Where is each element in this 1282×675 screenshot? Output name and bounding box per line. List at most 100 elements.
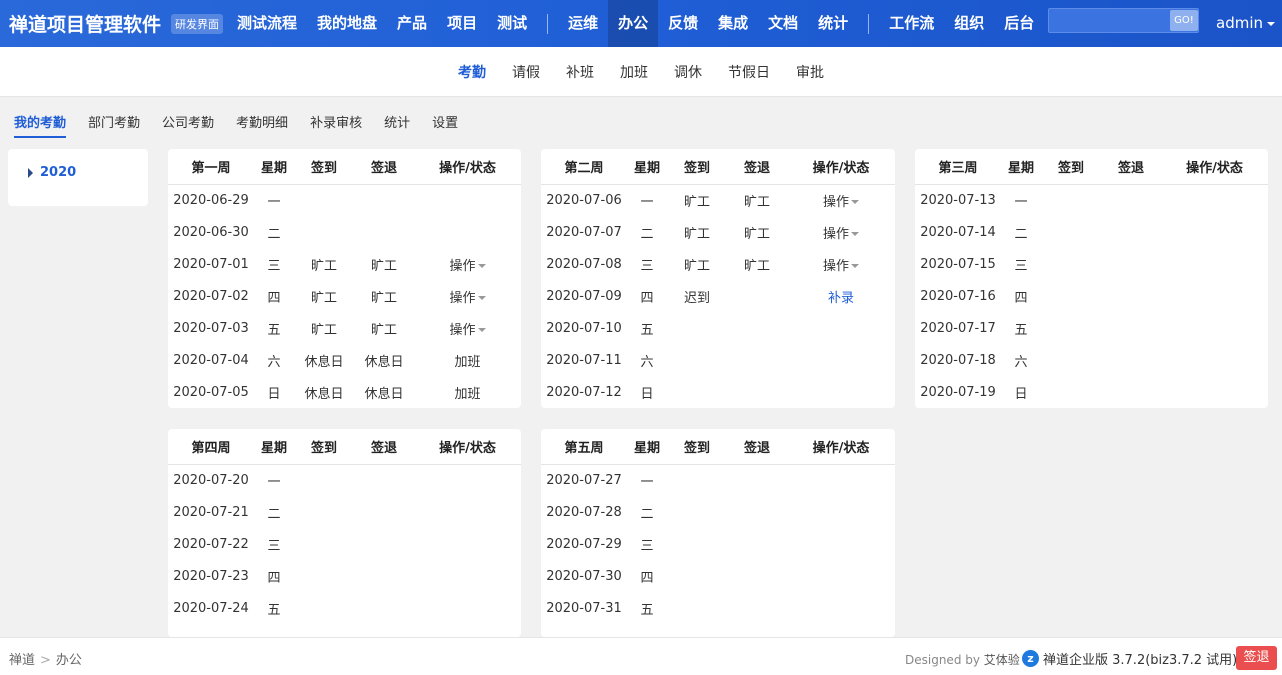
operation-dropdown[interactable]: 操作 (823, 227, 859, 242)
row-signin-status (1041, 376, 1101, 408)
nav-item-nav_mid-4[interactable]: 文档 (758, 0, 808, 47)
caret-down-icon (477, 264, 486, 268)
table-row: 2020-07-15 三 (915, 248, 1268, 280)
row-date: 2020-07-12 (546, 384, 622, 400)
table-row: 2020-07-21 二 (168, 496, 521, 528)
row-weekday: 日 (640, 386, 654, 402)
subnav-item-1[interactable]: 请假 (499, 62, 553, 82)
version-info[interactable]: z 禅道企业版 3.7.2(biz3.7.2 试用) (1022, 649, 1237, 668)
table-row: 2020-07-05 日 休息日 休息日 加班 (168, 376, 521, 408)
row-signin-status: 旷工 (310, 290, 337, 306)
brand-title[interactable]: 禅道项目管理软件 (0, 10, 161, 37)
row-signin-status (294, 496, 354, 528)
designed-by-name[interactable]: 艾体验 (984, 653, 1020, 667)
col-signin: 签到 (1041, 149, 1101, 185)
subnav-item-2[interactable]: 补班 (553, 62, 607, 82)
nav-item-nav_left-2[interactable]: 产品 (387, 0, 437, 47)
row-date: 2020-07-01 (173, 256, 249, 272)
designed-prefix: Designed by (905, 653, 980, 667)
tab-5[interactable]: 统计 (384, 112, 410, 138)
col-signin: 签到 (294, 149, 354, 185)
operation-dropdown[interactable]: 操作 (449, 259, 486, 274)
row-signin-status (294, 560, 354, 592)
chevron-down-icon (1267, 21, 1275, 26)
subnav-item-4[interactable]: 调休 (661, 62, 715, 82)
row-weekday: 一 (640, 194, 654, 210)
row-signout-status (1101, 184, 1161, 216)
row-date: 2020-07-04 (173, 352, 249, 368)
row-weekday: 三 (267, 538, 281, 554)
row-signout-status: 旷工 (743, 258, 770, 274)
row-weekday: 三 (1014, 258, 1028, 274)
week-title: 第三周 (915, 149, 1001, 185)
subnav-item-6[interactable]: 审批 (783, 62, 837, 82)
row-action: 加班 (414, 376, 521, 408)
user-name: admin (1216, 14, 1263, 32)
nav-item-nav_mid-5[interactable]: 统计 (808, 0, 858, 47)
footer-bar: 禅道 > 办公 Designed by 艾体验 z 禅道企业版 3.7.2(biz3… (0, 637, 1282, 675)
operation-dropdown[interactable]: 操作 (823, 195, 859, 210)
nav-item-nav_left-1[interactable]: 我的地盘 (307, 0, 387, 47)
row-action (1161, 184, 1268, 216)
row-signin-status (1041, 344, 1101, 376)
col-action: 操作/状态 (1161, 149, 1268, 185)
signout-button[interactable]: 签退 (1236, 646, 1277, 670)
table-row: 2020-07-29 三 (541, 528, 895, 560)
overtime-status: 加班 (454, 354, 481, 370)
edition-badge[interactable]: 研发界面 (171, 13, 224, 34)
row-signin-status (667, 464, 727, 496)
row-weekday: 三 (640, 258, 654, 274)
row-signin-status (667, 312, 727, 344)
row-weekday: 一 (267, 194, 281, 210)
row-weekday: 二 (1014, 226, 1028, 242)
row-action (1161, 312, 1268, 344)
nav-item-nav_mid-2[interactable]: 反馈 (658, 0, 708, 47)
nav-item-nav_left-0[interactable]: 测试流程 (227, 0, 307, 47)
tab-2[interactable]: 公司考勤 (162, 112, 214, 138)
nav-item-nav_left-3[interactable]: 项目 (437, 0, 487, 47)
tab-4[interactable]: 补录审核 (310, 112, 362, 138)
nav-item-nav_mid-3[interactable]: 集成 (708, 0, 758, 47)
week-title: 第五周 (541, 429, 627, 465)
supplement-link[interactable]: 补录 (828, 291, 854, 306)
row-date: 2020-07-10 (546, 320, 622, 336)
search-go-button[interactable]: GO! (1170, 10, 1198, 31)
nav-item-nav_left-4[interactable]: 测试 (487, 0, 537, 47)
nav-item-nav_right-1[interactable]: 组织 (944, 0, 994, 47)
subnav-item-3[interactable]: 加班 (607, 62, 661, 82)
search-input[interactable] (1049, 9, 1169, 32)
tab-0[interactable]: 我的考勤 (14, 112, 67, 138)
row-signin-status (667, 344, 727, 376)
row-date: 2020-07-09 (546, 288, 622, 304)
operation-dropdown[interactable]: 操作 (449, 323, 486, 338)
row-signout-status (354, 496, 414, 528)
row-signout-status (1101, 248, 1161, 280)
operation-dropdown[interactable]: 操作 (449, 291, 486, 306)
breadcrumb-home[interactable]: 禅道 (9, 653, 35, 668)
user-menu[interactable]: admin (1216, 0, 1275, 47)
row-date: 2020-06-29 (173, 192, 249, 208)
tab-6[interactable]: 设置 (432, 112, 458, 138)
operation-dropdown[interactable]: 操作 (823, 259, 859, 274)
nav-item-nav_right-0[interactable]: 工作流 (879, 0, 944, 47)
row-date: 2020-07-05 (173, 384, 249, 400)
tab-3[interactable]: 考勤明细 (236, 112, 288, 138)
table-row: 2020-07-04 六 休息日 休息日 加班 (168, 344, 521, 376)
row-action: 操作 (414, 312, 521, 344)
sub-nav: 考勤 请假 补班 加班 调休 节假日 审批 (0, 47, 1282, 97)
year-tree-item[interactable]: 2020 (28, 165, 76, 180)
tab-1[interactable]: 部门考勤 (88, 112, 140, 138)
breadcrumb: 禅道 > 办公 (9, 653, 82, 668)
row-weekday: 二 (267, 226, 281, 242)
row-action (1161, 280, 1268, 312)
row-signin-status: 旷工 (310, 258, 337, 274)
row-signout-status (354, 560, 414, 592)
nav-item-nav_right-2[interactable]: 后台 (994, 0, 1044, 47)
subnav-item-0[interactable]: 考勤 (445, 62, 499, 82)
subnav-item-5[interactable]: 节假日 (715, 62, 783, 82)
table-row: 2020-07-11 六 (541, 344, 895, 376)
table-row: 2020-07-03 五 旷工 旷工 操作 (168, 312, 521, 344)
nav-item-nav_mid-1[interactable]: 办公 (608, 0, 659, 47)
nav-item-nav_mid-0[interactable]: 运维 (558, 0, 608, 47)
breadcrumb-current[interactable]: 办公 (56, 653, 82, 668)
